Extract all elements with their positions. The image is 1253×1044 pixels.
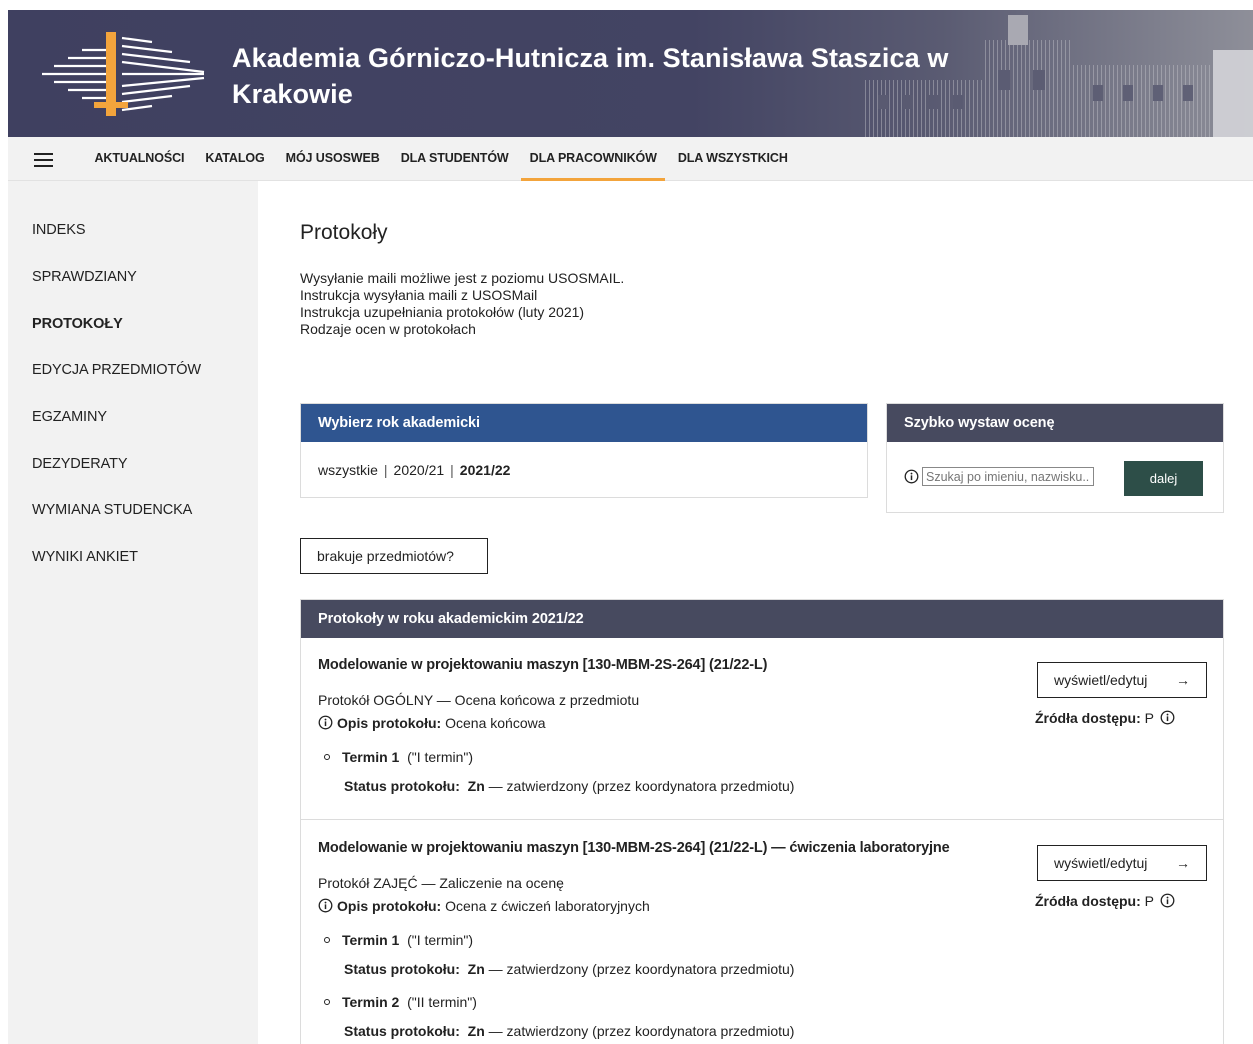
missing-courses-button[interactable]: brakuje przedmiotów? <box>300 538 488 574</box>
access-sources: Źródła dostępu: P <box>1035 893 1179 909</box>
nav-item-katalog[interactable]: KATALOG <box>195 137 275 181</box>
nav-items: AKTUALNOŚCI KATALOG MÓJ USOSWEB DLA STUD… <box>84 137 798 181</box>
status-label: Status protokołu: <box>344 961 460 977</box>
nav-item-moj-usosweb[interactable]: MÓJ USOSWEB <box>275 137 390 181</box>
academic-year-options: wszystkie | 2020/21 | 2021/22 <box>318 462 510 478</box>
term-item: Termin 1 ("I termin") <box>324 932 473 948</box>
site-header: Akademia Górniczo-Hutnicza im. Stanisław… <box>8 10 1253 137</box>
building-illustration <box>863 15 1253 137</box>
sidebar-item-wyniki-ankiet[interactable]: WYNIKI ANKIET <box>32 549 138 565</box>
term-desc: ("I termin") <box>407 932 474 948</box>
view-edit-button[interactable]: wyświetl/edytuj → <box>1037 845 1207 881</box>
view-edit-button[interactable]: wyświetl/edytuj → <box>1037 662 1207 698</box>
arrow-right-icon: → <box>1176 855 1190 871</box>
term-status: Status protokołu: Zn — zatwierdzony (prz… <box>344 778 794 794</box>
protocol-description: Opis protokołu: Ocena z ćwiczeń laborato… <box>318 898 650 914</box>
quick-grade-header: Szybko wystaw ocenę <box>887 404 1223 442</box>
term-status: Status protokołu: Zn — zatwierdzony (prz… <box>344 961 794 977</box>
quick-grade-box: Szybko wystaw ocenę dalej <box>886 403 1224 513</box>
protocol-entry: Modelowanie w projektowaniu maszyn [130-… <box>301 821 1223 1044</box>
dalej-button[interactable]: dalej <box>1124 461 1203 496</box>
protocol-type: Protokół ZAJĘĆ — Zaliczenie na ocenę <box>318 875 564 891</box>
hamburger-icon[interactable] <box>34 153 53 167</box>
page-title: Protokoły <box>300 221 388 244</box>
sidebar-item-sprawdziany[interactable]: SPRAWDZIANY <box>32 269 137 285</box>
access-sources-value: P <box>1144 893 1154 909</box>
info-circle-icon[interactable] <box>318 715 333 730</box>
usosmail-link[interactable]: Wysyłanie maili możliwe jest z poziomu U… <box>300 270 624 287</box>
protocol-description-value: Ocena z ćwiczeń laboratoryjnych <box>445 898 650 914</box>
nav-item-dla-wszystkich[interactable]: DLA WSZYSTKICH <box>667 137 798 181</box>
academic-year-header: Wybierz rok akademicki <box>301 404 867 442</box>
agh-logo[interactable] <box>32 28 208 118</box>
access-sources: Źródła dostępu: P <box>1035 710 1179 726</box>
year-option-2020-21[interactable]: 2020/21 <box>394 462 445 478</box>
sidebar-item-egzaminy[interactable]: EGZAMINY <box>32 409 107 425</box>
protocol-title: Modelowanie w projektowaniu maszyn [130-… <box>318 657 768 673</box>
protocol-instruction-link[interactable]: Instrukcja uzupełniania protokołów (luty… <box>300 304 624 321</box>
bullet-icon <box>324 754 330 760</box>
status-label: Status protokołu: <box>344 778 460 794</box>
term-name: Termin 1 <box>342 749 400 765</box>
usosmail-instruction-link[interactable]: Instrukcja wysyłania maili z USOSMail <box>300 287 624 304</box>
term-name: Termin 2 <box>342 994 400 1010</box>
status-code: Zn <box>467 1023 485 1039</box>
view-edit-label: wyświetl/edytuj <box>1054 672 1148 688</box>
protocol-type: Protokół OGÓLNY — Ocena końcowa z przedm… <box>318 692 640 708</box>
protocol-description-label: Opis protokołu: <box>337 898 442 914</box>
status-code: Zn <box>467 778 485 794</box>
info-circle-icon[interactable] <box>318 898 333 913</box>
status-code: Zn <box>467 961 485 977</box>
info-links: Wysyłanie maili możliwe jest z poziomu U… <box>300 270 624 338</box>
page-frame: Akademia Górniczo-Hutnicza im. Stanisław… <box>8 10 1253 1044</box>
status-text: — zatwierdzony (przez koordynatora przed… <box>488 778 795 794</box>
protocol-description-value: Ocena końcowa <box>445 715 546 731</box>
sidebar-item-protokoly[interactable]: PROTOKOŁY <box>32 316 123 332</box>
main-content: Protokoły Wysyłanie maili możliwe jest z… <box>258 181 1253 1044</box>
top-navigation: AKTUALNOŚCI KATALOG MÓJ USOSWEB DLA STUD… <box>8 137 1253 181</box>
info-circle-icon[interactable] <box>1160 893 1175 908</box>
year-option-2021-22[interactable]: 2021/22 <box>460 462 511 478</box>
year-option-all[interactable]: wszystkie <box>318 462 378 478</box>
term-desc: ("I termin") <box>407 749 474 765</box>
status-label: Status protokołu: <box>344 1023 460 1039</box>
view-edit-label: wyświetl/edytuj <box>1054 855 1148 871</box>
protocols-list-header: Protokoły w roku akademickim 2021/22 <box>301 600 1223 638</box>
sidebar-item-indeks[interactable]: INDEKS <box>32 222 85 238</box>
sidebar-item-wymiana-studencka[interactable]: WYMIANA STUDENCKA <box>32 502 192 518</box>
protocol-title: Modelowanie w projektowaniu maszyn [130-… <box>318 840 950 856</box>
term-name: Termin 1 <box>342 932 400 948</box>
bullet-icon <box>324 937 330 943</box>
student-search-input[interactable] <box>922 467 1094 486</box>
sidebar-item-edycja-przedmiotow[interactable]: EDYCJA PRZEDMIOTÓW <box>32 362 201 378</box>
grade-types-link[interactable]: Rodzaje ocen w protokołach <box>300 321 624 338</box>
status-text: — zatwierdzony (przez koordynatora przed… <box>488 961 795 977</box>
access-sources-value: P <box>1144 710 1154 726</box>
nav-item-dla-pracownikow[interactable]: DLA PRACOWNIKÓW <box>519 137 667 181</box>
info-circle-icon[interactable] <box>1160 710 1175 725</box>
term-status: Status protokołu: Zn — zatwierdzony (prz… <box>344 1023 794 1039</box>
protocols-list-box: Protokoły w roku akademickim 2021/22 Mod… <box>300 599 1224 1044</box>
access-sources-label: Źródła dostępu: <box>1035 710 1141 726</box>
year-separator: | <box>450 462 454 478</box>
academic-year-box: Wybierz rok akademicki wszystkie | 2020/21… <box>300 403 868 498</box>
term-item: Termin 1 ("I termin") <box>324 749 473 765</box>
term-item: Termin 2 ("II termin") <box>324 994 477 1010</box>
access-sources-label: Źródła dostępu: <box>1035 893 1141 909</box>
arrow-right-icon: → <box>1176 672 1190 688</box>
sidebar-item-dezyderaty[interactable]: DEZYDERATY <box>32 456 128 472</box>
protocol-entry: Modelowanie w projektowaniu maszyn [130-… <box>301 638 1223 820</box>
info-circle-icon[interactable] <box>904 469 919 484</box>
nav-item-dla-studentow[interactable]: DLA STUDENTÓW <box>390 137 519 181</box>
protocol-description-label: Opis protokołu: <box>337 715 442 731</box>
term-desc: ("II termin") <box>407 994 477 1010</box>
year-separator: | <box>383 462 388 478</box>
nav-item-aktualnosci[interactable]: AKTUALNOŚCI <box>84 137 195 181</box>
bullet-icon <box>324 999 330 1005</box>
sidebar: INDEKS SPRAWDZIANY PROTOKOŁY EDYCJA PRZE… <box>8 181 258 1044</box>
status-text: — zatwierdzony (przez koordynatora przed… <box>488 1023 795 1039</box>
protocol-description: Opis protokołu: Ocena końcowa <box>318 715 546 731</box>
